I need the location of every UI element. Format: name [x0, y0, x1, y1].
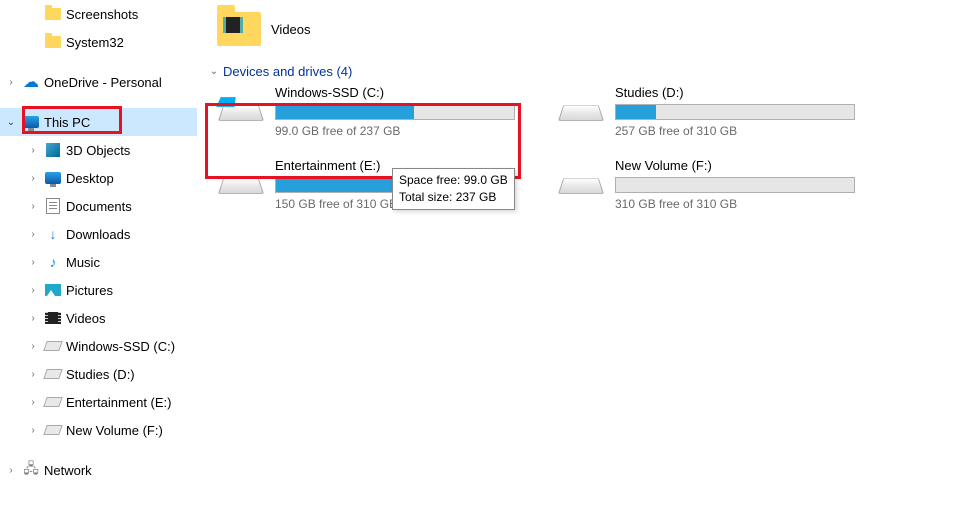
- netw-icon: 🖧: [22, 461, 40, 479]
- tree-item-onedrive-personal[interactable]: › ☁ OneDrive - Personal: [0, 68, 197, 96]
- drive-name: Windows-SSD (C:): [275, 85, 533, 100]
- chevron-right-icon[interactable]: ›: [26, 341, 40, 352]
- folder-label: Videos: [271, 22, 311, 37]
- tree-item-label: New Volume (F:): [66, 423, 163, 438]
- docicon-icon: [44, 197, 62, 215]
- drive-free-text: 99.0 GB free of 237 GB: [275, 124, 533, 138]
- drive-item[interactable]: Windows-SSD (C:) 99.0 GB free of 237 GB: [213, 85, 533, 138]
- tree-item-label: Network: [44, 463, 92, 478]
- section-title: Devices and drives (4): [223, 64, 352, 79]
- tree-item-label: Desktop: [66, 171, 114, 186]
- tree-item-label: OneDrive - Personal: [44, 75, 162, 90]
- videoicon-icon: [44, 309, 62, 327]
- drive-tooltip: Space free: 99.0 GB Total size: 237 GB: [392, 168, 515, 210]
- drive-name: New Volume (F:): [615, 158, 873, 173]
- content-pane: Videos ⌄ Devices and drives (4) Windows-…: [197, 0, 956, 525]
- drive-name: Studies (D:): [615, 85, 873, 100]
- dl-icon: ↓: [44, 225, 62, 243]
- tree-item-label: This PC: [44, 115, 90, 130]
- tree-item-label: Screenshots: [66, 7, 138, 22]
- drive-usage-bar: [615, 177, 855, 193]
- tree-item-system32[interactable]: System32: [0, 28, 197, 56]
- chevron-right-icon[interactable]: ›: [26, 145, 40, 156]
- drive-free-text: 310 GB free of 310 GB: [615, 197, 873, 211]
- tree-item-label: Windows-SSD (C:): [66, 339, 175, 354]
- chevron-right-icon[interactable]: ›: [26, 397, 40, 408]
- drive-item[interactable]: New Volume (F:) 310 GB free of 310 GB: [553, 158, 873, 211]
- drive-usage-bar: [275, 104, 515, 120]
- section-header-devices[interactable]: ⌄ Devices and drives (4): [207, 64, 948, 79]
- tree-item-label: 3D Objects: [66, 143, 130, 158]
- tree-item-label: Entertainment (E:): [66, 395, 172, 410]
- chevron-right-icon[interactable]: ›: [4, 77, 18, 88]
- monitor-icon: [44, 169, 62, 187]
- tree-item-this-pc[interactable]: ⌄ This PC: [0, 108, 197, 136]
- tree-item-windows-ssd-c-[interactable]: › Windows-SSD (C:): [0, 332, 197, 360]
- drive-icon: [553, 90, 609, 134]
- monitor-icon: [22, 113, 40, 131]
- tree-item-label: System32: [66, 35, 124, 50]
- drive-info: Windows-SSD (C:) 99.0 GB free of 237 GB: [275, 85, 533, 138]
- chevron-right-icon[interactable]: ›: [26, 369, 40, 380]
- diskicon-icon: [44, 393, 62, 411]
- tree-item-downloads[interactable]: › ↓ Downloads: [0, 220, 197, 248]
- drive-icon: [553, 163, 609, 207]
- tree-item-documents[interactable]: › Documents: [0, 192, 197, 220]
- tree-item-label: Studies (D:): [66, 367, 135, 382]
- tree-item-3d-objects[interactable]: › 3D Objects: [0, 136, 197, 164]
- drive-info: Studies (D:) 257 GB free of 310 GB: [615, 85, 873, 138]
- tree-item-network[interactable]: › 🖧 Network: [0, 456, 197, 484]
- diskicon-icon: [44, 337, 62, 355]
- tree-item-label: Documents: [66, 199, 132, 214]
- chevron-right-icon[interactable]: ›: [26, 229, 40, 240]
- chevron-down-icon[interactable]: ⌄: [4, 117, 18, 128]
- drive-icon: [213, 163, 269, 207]
- chevron-right-icon[interactable]: ›: [26, 257, 40, 268]
- chevron-right-icon[interactable]: ›: [26, 285, 40, 296]
- tree-item-screenshots[interactable]: Screenshots: [0, 0, 197, 28]
- drive-item[interactable]: Studies (D:) 257 GB free of 310 GB: [553, 85, 873, 138]
- chevron-right-icon[interactable]: ›: [26, 201, 40, 212]
- picicon-icon: [44, 281, 62, 299]
- tree-item-studies-d-[interactable]: › Studies (D:): [0, 360, 197, 388]
- videos-folder-icon: [215, 5, 263, 53]
- diskicon-icon: [44, 421, 62, 439]
- drive-info: New Volume (F:) 310 GB free of 310 GB: [615, 158, 873, 211]
- chevron-right-icon[interactable]: ›: [26, 313, 40, 324]
- sidebar: Screenshots System32 › ☁ OneDrive - Personal…: [0, 0, 197, 525]
- chevron-down-icon: ⌄: [207, 66, 221, 77]
- tree-item-label: Videos: [66, 311, 106, 326]
- folder-icon: [44, 5, 62, 23]
- folder-item-videos[interactable]: Videos: [215, 4, 311, 54]
- tree-item-label: Downloads: [66, 227, 130, 242]
- diskicon-icon: [44, 365, 62, 383]
- obj3d-icon: [44, 141, 62, 159]
- tree-item-label: Pictures: [66, 283, 113, 298]
- drive-free-text: 257 GB free of 310 GB: [615, 124, 873, 138]
- music-icon: ♪: [44, 253, 62, 271]
- folder-icon: [44, 33, 62, 51]
- chevron-right-icon[interactable]: ›: [26, 425, 40, 436]
- tooltip-line: Space free: 99.0 GB: [399, 172, 508, 189]
- chevron-right-icon[interactable]: ›: [4, 465, 18, 476]
- tree-item-pictures[interactable]: › Pictures: [0, 276, 197, 304]
- cloud-icon: ☁: [22, 73, 40, 91]
- drive-windows-icon: [213, 90, 269, 134]
- chevron-right-icon[interactable]: ›: [26, 173, 40, 184]
- tree-item-desktop[interactable]: › Desktop: [0, 164, 197, 192]
- tree-item-new-volume-f-[interactable]: › New Volume (F:): [0, 416, 197, 444]
- drive-usage-bar: [615, 104, 855, 120]
- tree-item-music[interactable]: › ♪ Music: [0, 248, 197, 276]
- tree-item-entertainment-e-[interactable]: › Entertainment (E:): [0, 388, 197, 416]
- tree-item-label: Music: [66, 255, 100, 270]
- tooltip-line: Total size: 237 GB: [399, 189, 508, 206]
- tree-item-videos[interactable]: › Videos: [0, 304, 197, 332]
- drives-grid: Windows-SSD (C:) 99.0 GB free of 237 GB St…: [213, 85, 948, 211]
